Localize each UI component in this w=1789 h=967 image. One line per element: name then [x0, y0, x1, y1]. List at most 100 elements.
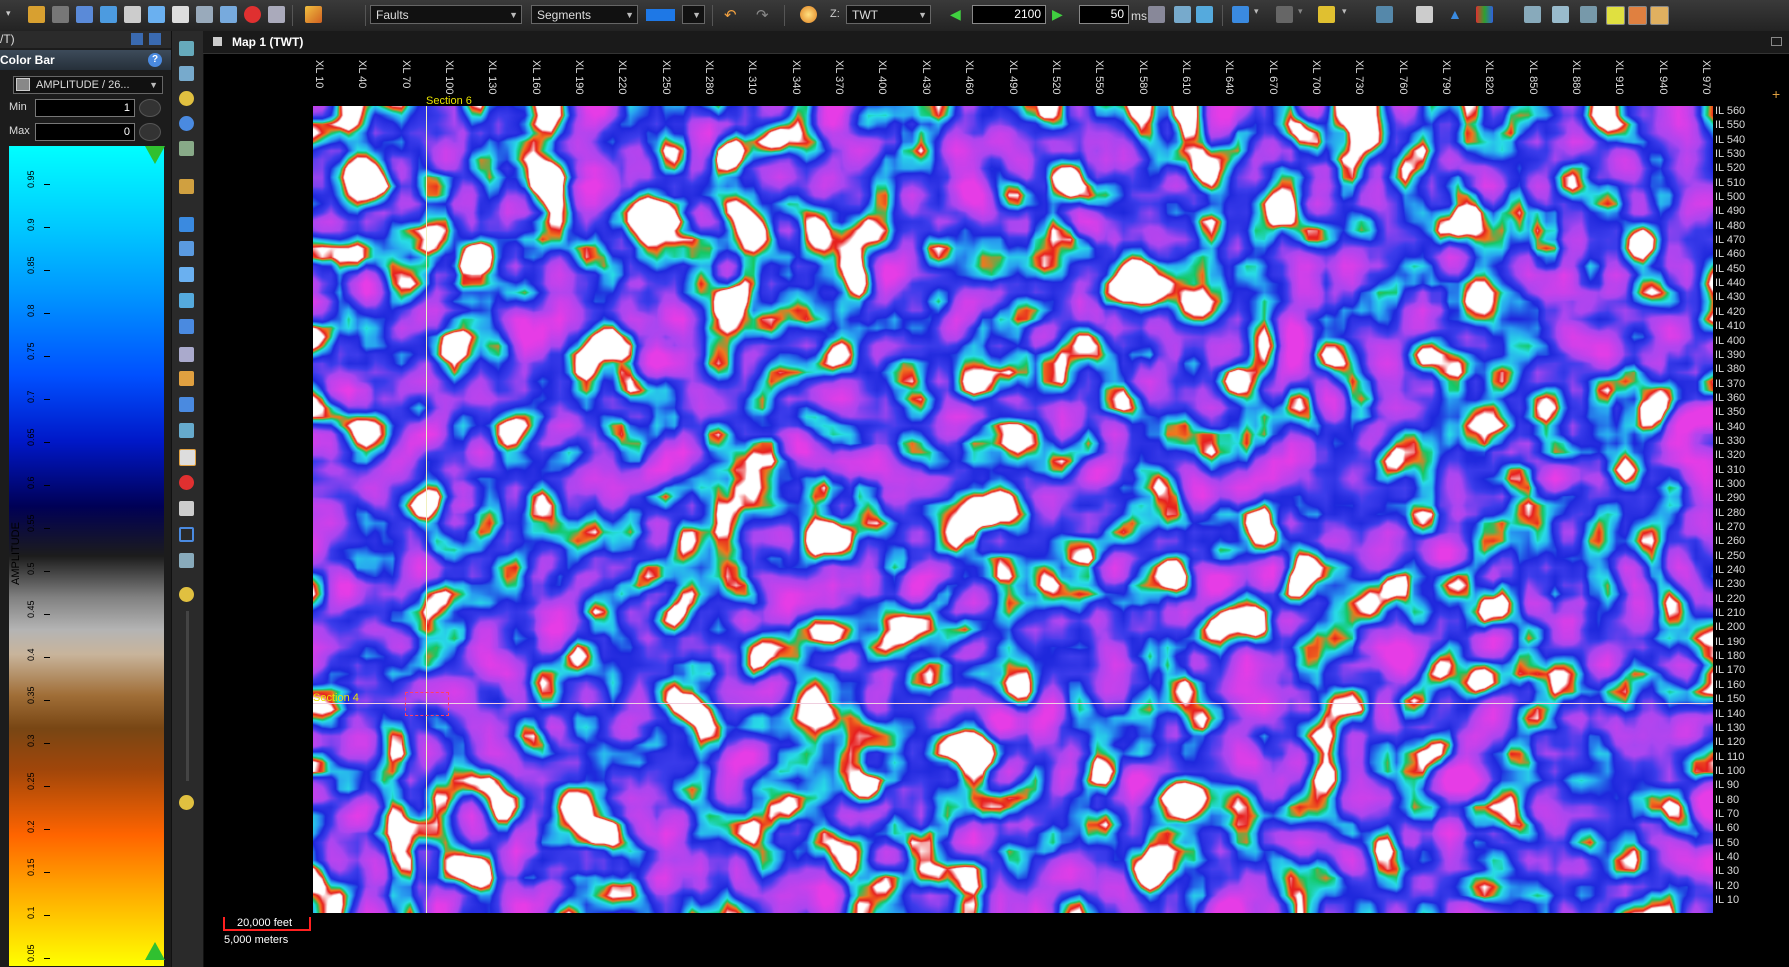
rectangle-tool-icon[interactable]: [179, 527, 194, 542]
eraser-icon[interactable]: [124, 6, 141, 23]
lock-icon[interactable]: [52, 6, 69, 23]
monitor-icon[interactable]: [268, 6, 285, 23]
grid-tool-icon[interactable]: [179, 141, 194, 156]
refresh-tool-icon[interactable]: [179, 116, 194, 131]
color-bar-tick-label: 0.45: [26, 600, 36, 618]
color-map-icon[interactable]: [1606, 6, 1625, 25]
document-tool-icon[interactable]: [179, 501, 194, 516]
pencil-icon[interactable]: [305, 6, 322, 23]
zoom-in-tool-icon[interactable]: [179, 41, 194, 56]
il-tick-label: IL 510: [1715, 176, 1746, 189]
bookmark-disabled-icon[interactable]: [1276, 6, 1293, 23]
bookmark-icon[interactable]: [1232, 6, 1249, 23]
amplitude-map-canvas[interactable]: [313, 106, 1713, 913]
color-bar-tick-mark: [44, 958, 50, 959]
section-4-line[interactable]: [313, 703, 1713, 704]
redo-icon[interactable]: ↷: [756, 6, 773, 24]
map-title: Map 1 (TWT): [232, 35, 304, 49]
il-tick-label: IL 250: [1715, 549, 1746, 562]
time-value-input[interactable]: 2100: [972, 5, 1046, 24]
step-back-icon[interactable]: ◀: [950, 6, 967, 23]
record-icon[interactable]: [244, 6, 261, 23]
layout-icon[interactable]: [1580, 6, 1597, 23]
stack-tool-icon[interactable]: [179, 347, 194, 362]
restore-icon[interactable]: [149, 33, 161, 45]
il-tick-label: IL 130: [1715, 721, 1746, 734]
color-bar-tick-label: 0.75: [26, 342, 36, 360]
il-tick-label: IL 210: [1715, 607, 1746, 620]
domain-combo-label: TWT: [852, 8, 878, 22]
color-bar-tick-mark: [44, 399, 50, 400]
overlay-icon[interactable]: [1628, 6, 1647, 25]
fill-tool-icon[interactable]: [179, 371, 194, 386]
histogram-icon[interactable]: [1476, 6, 1493, 23]
zoom-slider-track[interactable]: [186, 611, 189, 781]
domain-combo[interactable]: TWT ▼: [846, 5, 931, 24]
xl-tick-label: XL 790: [1439, 60, 1452, 95]
il-tick-label: IL 20: [1715, 879, 1740, 892]
chevron-down-icon[interactable]: ▾: [1342, 6, 1352, 23]
max-reset-icon[interactable]: [139, 123, 161, 141]
add-icon[interactable]: +: [1772, 86, 1780, 102]
link-tool-icon[interactable]: [179, 267, 194, 282]
horizontal-measure-icon[interactable]: [100, 6, 117, 23]
zoom-extent-tool-icon[interactable]: [179, 66, 194, 81]
camera-icon[interactable]: [1148, 6, 1165, 23]
select-tool-icon[interactable]: [179, 319, 194, 334]
color-bar-tick-mark: [44, 184, 50, 185]
xl-tick-label: XL 190: [573, 60, 586, 95]
stop-tool-icon[interactable]: [179, 475, 194, 490]
polygon-tool-icon[interactable]: [179, 397, 194, 412]
faults-combo[interactable]: Faults ▼: [370, 5, 522, 24]
cursor-crosshair-box[interactable]: [405, 692, 449, 716]
magic-wand-icon[interactable]: [1318, 6, 1335, 23]
collapse-icon[interactable]: [16, 78, 30, 91]
min-reset-icon[interactable]: [139, 99, 161, 117]
image-tool-icon[interactable]: [179, 553, 194, 568]
cursor-tracking-icon[interactable]: [148, 6, 165, 23]
color-swatch-dropdown[interactable]: ▼: [682, 5, 705, 24]
print-icon[interactable]: [172, 6, 189, 23]
triangle-icon[interactable]: ▲: [1448, 6, 1465, 23]
export-icon[interactable]: [1650, 6, 1669, 25]
min-input[interactable]: 1: [35, 99, 135, 117]
pick-mode-icon[interactable]: [76, 6, 93, 23]
help-icon[interactable]: ?: [148, 53, 162, 67]
sun-icon[interactable]: [800, 6, 817, 23]
eraser-tool-icon[interactable]: [179, 449, 196, 466]
attribute-select[interactable]: AMPLITUDE / 26... ▼: [13, 76, 163, 94]
toolbar-dropdown-icon[interactable]: ▾: [6, 8, 16, 25]
arrow-tool-icon[interactable]: [179, 217, 194, 232]
chevron-down-icon[interactable]: ▾: [1298, 6, 1308, 23]
undo-icon[interactable]: ↶: [724, 6, 741, 24]
table-icon[interactable]: [1416, 6, 1433, 23]
segments-combo[interactable]: Segments ▼: [531, 5, 638, 24]
il-tick-label: IL 370: [1715, 377, 1746, 390]
step-forward-icon[interactable]: ▶: [1052, 6, 1069, 23]
max-input[interactable]: 0: [35, 123, 135, 141]
chevron-down-icon[interactable]: ▾: [1254, 6, 1264, 23]
ruler-icon[interactable]: [1376, 6, 1393, 23]
line-tool-icon[interactable]: [179, 423, 194, 438]
home-icon[interactable]: [1174, 6, 1191, 23]
maximize-icon[interactable]: [1771, 37, 1782, 46]
path-tool-icon[interactable]: [179, 241, 194, 256]
zoom-slider-plus-icon[interactable]: [179, 587, 194, 602]
bottom-handle-icon[interactable]: [145, 942, 165, 960]
window-settings-icon[interactable]: [220, 6, 237, 23]
zoom-tool-icon[interactable]: [179, 91, 194, 106]
color-swatch[interactable]: [646, 9, 675, 21]
top-handle-icon[interactable]: [145, 146, 165, 164]
section-6-line[interactable]: [426, 106, 427, 913]
step-value-input[interactable]: 50: [1079, 5, 1129, 24]
list-icon[interactable]: [1524, 6, 1541, 23]
house-icon[interactable]: [1196, 6, 1213, 23]
layer-tool-icon[interactable]: [179, 179, 194, 194]
zoom-slider-minus-icon[interactable]: [179, 795, 194, 810]
grid-list-icon[interactable]: [1552, 6, 1569, 23]
transform-tool-icon[interactable]: [179, 293, 194, 308]
open-project-icon[interactable]: [28, 6, 45, 23]
attribute-select-value: AMPLITUDE / 26...: [36, 79, 130, 91]
copy-icon[interactable]: [196, 6, 213, 23]
dock-icon[interactable]: [131, 33, 143, 45]
